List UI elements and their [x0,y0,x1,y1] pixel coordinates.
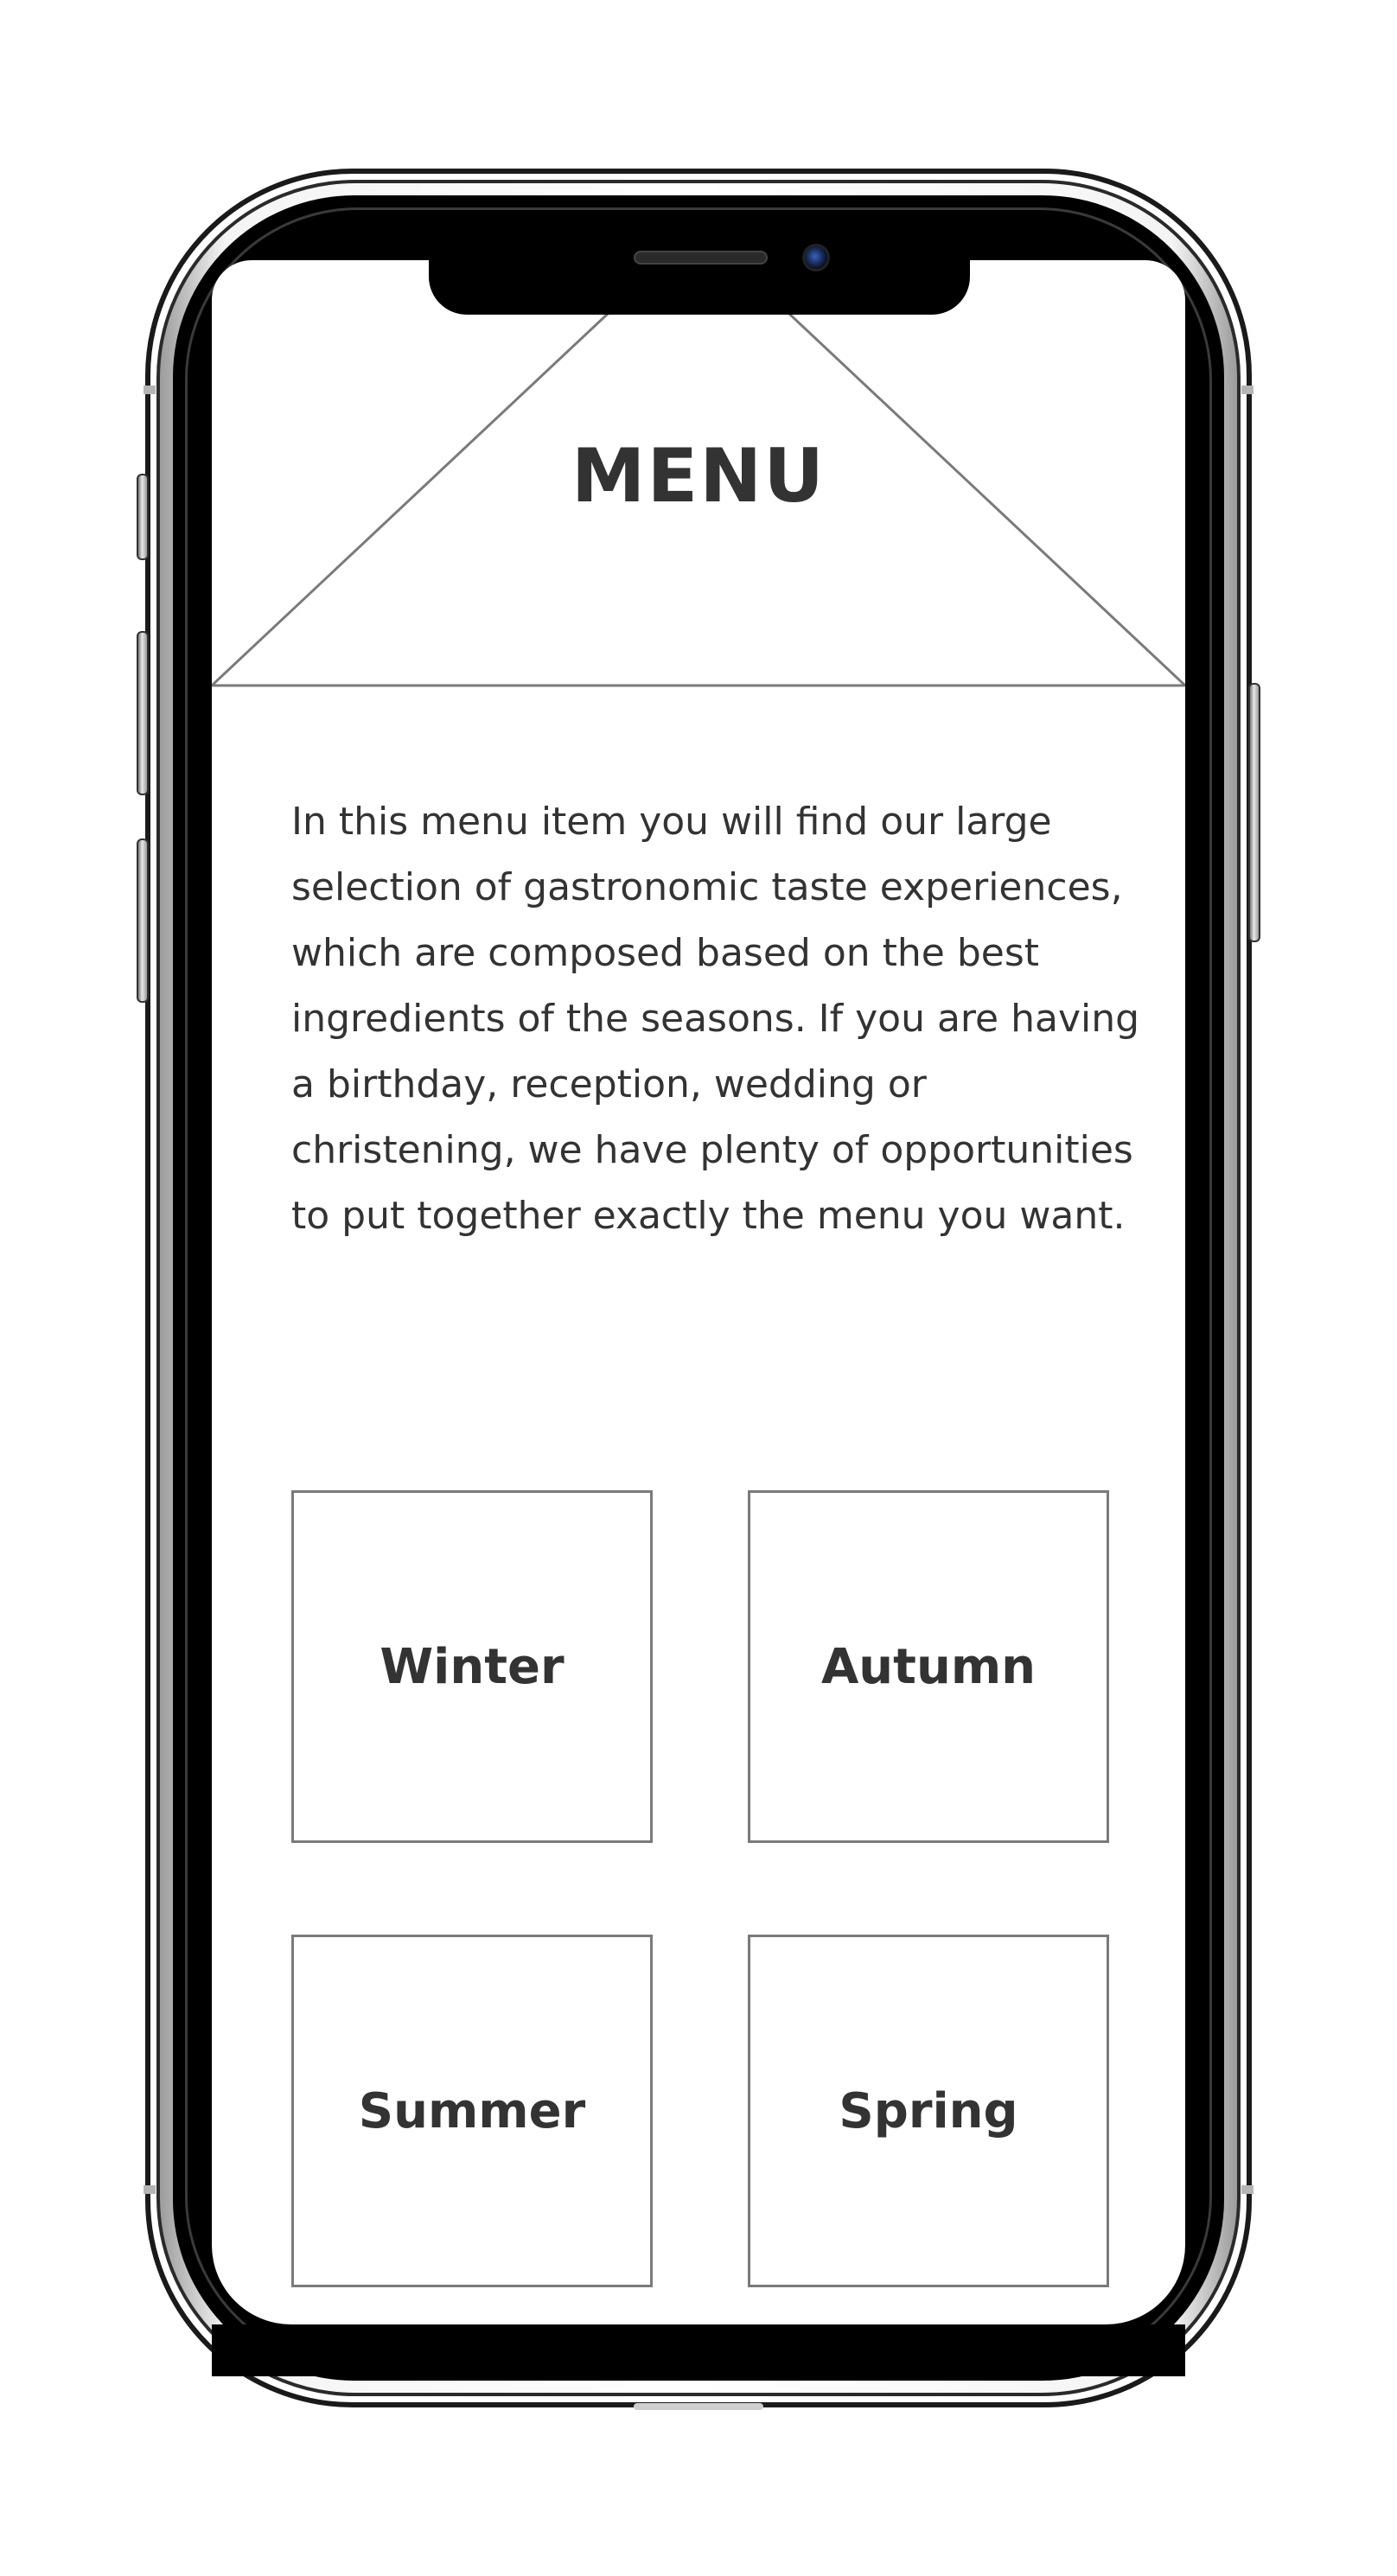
season-label: Autumn [820,1638,1037,1695]
intro-paragraph: In this menu item you will find our larg… [291,789,1140,1249]
volume-up-button [137,631,149,795]
season-label: Summer [358,2082,586,2139]
screen-bottom-bezel [212,2324,1185,2376]
intro-line: which are composed based on the best [291,931,1040,975]
speaker-grille [634,251,768,265]
intro-line: a birthday, reception, wedding or [291,1062,927,1106]
mute-switch [137,474,149,560]
antenna-band [1241,2185,1253,2194]
intro-line: to put together exactly the menu you wan… [291,1194,1126,1238]
season-card-autumn[interactable]: Autumn [748,1490,1109,1843]
antenna-band [1241,386,1253,394]
season-card-winter[interactable]: Winter [291,1490,653,1843]
intro-line: In this menu item you will find our larg… [291,800,1052,844]
front-camera-icon [802,244,830,271]
antenna-band [144,2185,156,2194]
season-card-summer[interactable]: Summer [291,1935,653,2287]
volume-down-button [137,838,149,1003]
page-title: MENU [571,433,826,520]
bottom-speaker-slot [634,2403,763,2410]
antenna-band [144,386,156,394]
season-card-spring[interactable]: Spring [748,1935,1109,2287]
intro-line: selection of gastronomic taste experienc… [291,865,1123,909]
intro-line: ingredients of the seasons. If you are h… [291,997,1140,1041]
phone-screen: MENU In this menu item you will find our… [212,260,1185,2324]
season-label: Winter [380,1638,565,1695]
intro-line: christening, we have plenty of opportuni… [291,1128,1133,1172]
power-button [1248,683,1260,942]
season-label: Spring [839,2082,1018,2139]
menu-hero: MENU [212,260,1185,687]
